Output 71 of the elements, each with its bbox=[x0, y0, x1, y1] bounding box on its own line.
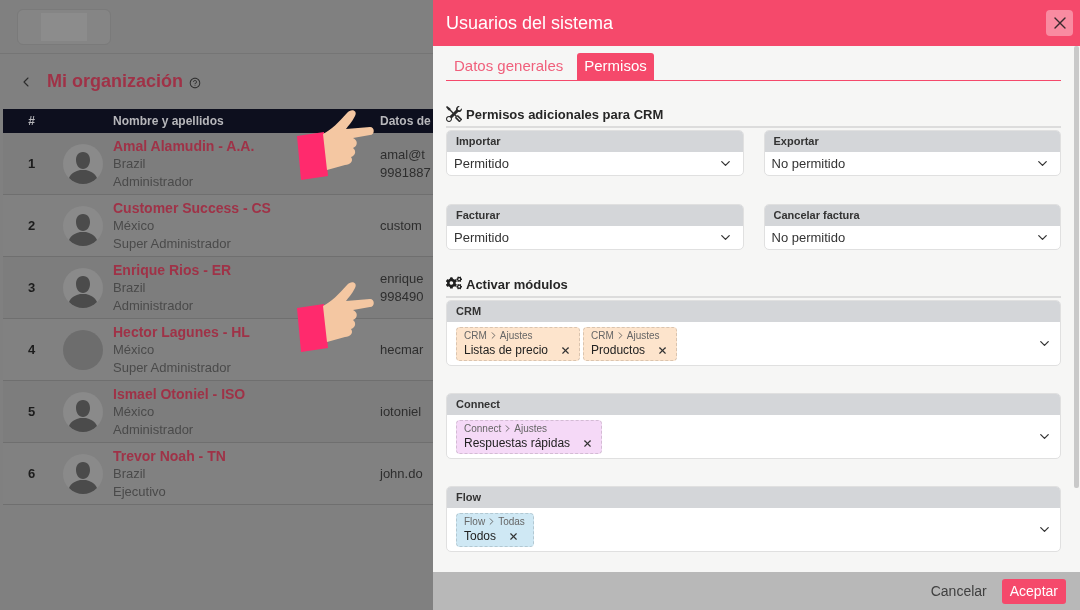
row-number: 1 bbox=[27, 154, 36, 173]
multiselect-field[interactable]: CRM Ajustes Listas de precio CRM Ajustes Productos bbox=[447, 322, 1060, 365]
field-label: CRM bbox=[447, 301, 1060, 322]
chip-module: CRM bbox=[591, 329, 614, 342]
avatar-icon bbox=[63, 143, 103, 184]
close-icon[interactable] bbox=[582, 437, 594, 449]
contact-text: john.do bbox=[380, 464, 424, 483]
column-header: Datos de bbox=[380, 114, 431, 128]
chip-module: CRM bbox=[464, 329, 487, 342]
contact-text: enrique bbox=[380, 269, 425, 288]
column-header: Nombre y apellidos bbox=[113, 114, 224, 128]
contact-text: iotoniel bbox=[380, 402, 423, 421]
section-heading: Permisos adicionales para CRM bbox=[466, 105, 664, 124]
pointing-hand-icon bbox=[297, 280, 375, 352]
column-header: # bbox=[28, 113, 35, 130]
avatar-icon bbox=[63, 453, 103, 494]
tab[interactable]: Permisos bbox=[577, 53, 654, 80]
multiselect-field[interactable]: Flow Todas Todos bbox=[447, 508, 1060, 551]
cancel-button[interactable]: Cancelar bbox=[928, 580, 989, 602]
row-number: 5 bbox=[27, 402, 36, 421]
chip-label: Listas de precio bbox=[464, 342, 549, 358]
module-chip[interactable]: CRM Ajustes Productos bbox=[583, 326, 678, 361]
close-icon[interactable] bbox=[508, 530, 520, 542]
contact-text: 9981887 bbox=[380, 163, 432, 182]
section-heading: Activar módulos bbox=[466, 275, 568, 294]
select-field[interactable]: Permitido bbox=[447, 152, 743, 175]
field-label: Facturar bbox=[447, 205, 743, 226]
select-field[interactable]: Permitido bbox=[447, 226, 743, 249]
chip-label: Todos bbox=[464, 528, 497, 544]
chip-label: Productos bbox=[591, 342, 646, 358]
contact-text: custom bbox=[380, 216, 423, 235]
chip-section: Todas bbox=[498, 515, 525, 528]
module-chip[interactable]: Connect Ajustes Respuestas rápidas bbox=[456, 419, 603, 454]
select-field[interactable]: No permitido bbox=[764, 152, 1060, 175]
close-icon[interactable] bbox=[657, 344, 669, 356]
field-label: Cancelar factura bbox=[764, 205, 1060, 226]
close-icon[interactable] bbox=[560, 344, 572, 356]
row-number: 6 bbox=[27, 464, 36, 483]
row-number: 3 bbox=[27, 278, 36, 297]
module-chip[interactable]: Flow Todas Todos bbox=[456, 512, 534, 547]
close-button[interactable] bbox=[1046, 10, 1073, 36]
field-label: Exportar bbox=[764, 131, 1060, 152]
tab[interactable]: Datos generales bbox=[447, 53, 571, 80]
multiselect-field[interactable]: Connect Ajustes Respuestas rápidas bbox=[447, 415, 1060, 458]
help-icon bbox=[189, 76, 201, 89]
avatar-icon bbox=[63, 205, 103, 246]
field-label: Importar bbox=[447, 131, 743, 152]
chip-section: Ajustes bbox=[626, 329, 660, 342]
avatar-icon bbox=[63, 267, 103, 308]
chip-label: Respuestas rápidas bbox=[464, 435, 571, 451]
gears-icon bbox=[446, 275, 462, 291]
contact-text: amal@t bbox=[380, 145, 426, 164]
field-label: Flow bbox=[447, 487, 1060, 508]
module-chip[interactable]: CRM Ajustes Listas de precio bbox=[456, 326, 581, 361]
tools-icon bbox=[446, 106, 462, 122]
contact-text: hecmar bbox=[380, 340, 425, 359]
select-field[interactable]: No permitido bbox=[764, 226, 1060, 249]
row-number: 4 bbox=[27, 340, 36, 359]
chip-section: Ajustes bbox=[514, 422, 548, 435]
chip-section: Ajustes bbox=[499, 329, 533, 342]
page-title: Mi organización bbox=[47, 70, 183, 93]
chip-module: Flow bbox=[464, 515, 486, 528]
pointing-hand-icon bbox=[297, 108, 375, 180]
scrollbar-thumb[interactable] bbox=[1074, 46, 1079, 488]
avatar-icon bbox=[63, 391, 103, 432]
contact-text: 998490 bbox=[380, 287, 425, 306]
dialog-title: Usuarios del sistema bbox=[446, 11, 614, 35]
chip-module: Connect bbox=[464, 422, 502, 435]
field-label: Connect bbox=[447, 394, 1060, 415]
accept-button[interactable]: Aceptar bbox=[1001, 578, 1066, 604]
row-number: 2 bbox=[27, 216, 36, 235]
